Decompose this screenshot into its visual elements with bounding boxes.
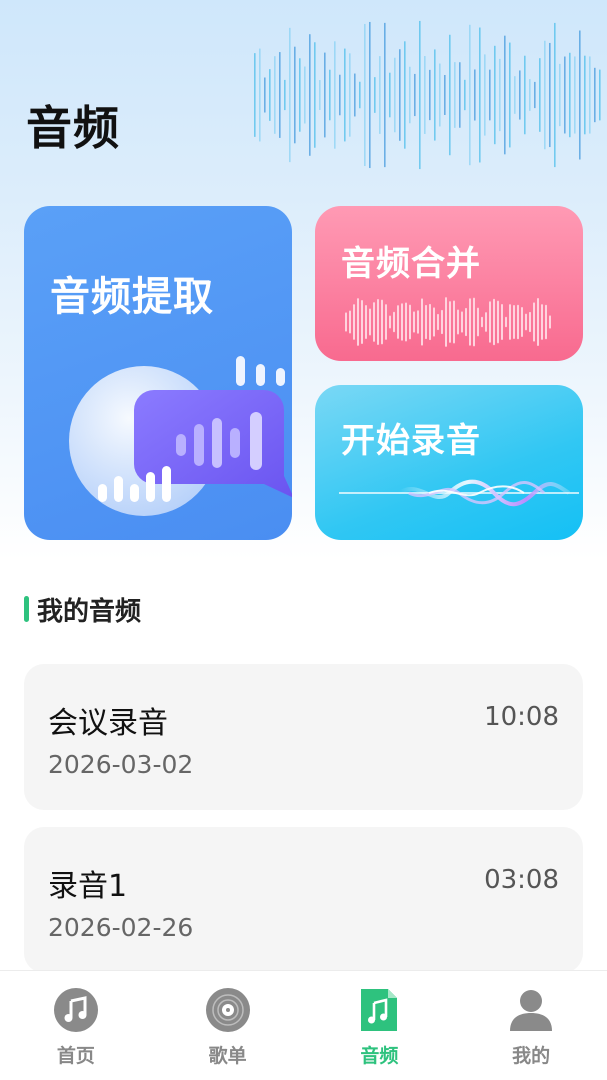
- start-recording-card[interactable]: 开始录音: [315, 385, 583, 540]
- audio-merge-card[interactable]: 音频合并: [315, 206, 583, 361]
- tab-audio[interactable]: 音频: [304, 971, 456, 1080]
- section-title: 我的音频: [37, 596, 142, 627]
- audio-file-icon: [361, 989, 398, 1031]
- audio-extract-label: 音频提取: [50, 274, 214, 320]
- audio-duration: 10:08: [484, 702, 559, 732]
- audio-duration: 03:08: [484, 865, 559, 895]
- audio-merge-label: 音频合并: [341, 244, 481, 284]
- audio-extract-card[interactable]: 音频提取: [24, 206, 292, 540]
- tab-home[interactable]: 首页: [0, 971, 152, 1080]
- audio-date: 2026-02-26: [48, 913, 194, 942]
- tab-mine-label: 我的: [512, 1045, 551, 1067]
- page-title: 音频: [26, 101, 120, 155]
- soundwave-icon: [345, 297, 551, 347]
- audio-date: 2026-03-02: [48, 750, 194, 779]
- section-accent-bar: [24, 596, 29, 622]
- user-icon: [510, 990, 553, 1031]
- audio-name: 会议录音: [48, 706, 168, 741]
- tab-home-label: 首页: [56, 1045, 95, 1067]
- tab-audio-label: 音频: [360, 1045, 399, 1067]
- tab-mine[interactable]: 我的: [455, 971, 607, 1080]
- tab-playlist-label: 歌单: [208, 1045, 247, 1067]
- bottom-tab-bar: 首页 歌单 音频 我的: [0, 970, 607, 1080]
- audio-list-item[interactable]: 录音1 2026-02-26 03:08: [24, 827, 583, 973]
- start-recording-label: 开始录音: [341, 421, 481, 461]
- tab-playlist[interactable]: 歌单: [152, 971, 304, 1080]
- audio-name: 录音1: [48, 869, 128, 904]
- vinyl-record-icon: [205, 988, 250, 1032]
- waveform-decoration-icon: [254, 20, 601, 170]
- audio-message-icon: [69, 356, 292, 516]
- audio-list-item[interactable]: 会议录音 2026-03-02 10:08: [24, 664, 583, 810]
- my-audio-section-header: 我的音频: [24, 592, 142, 627]
- voice-wave-icon: [339, 479, 579, 507]
- music-note-icon: [53, 988, 98, 1032]
